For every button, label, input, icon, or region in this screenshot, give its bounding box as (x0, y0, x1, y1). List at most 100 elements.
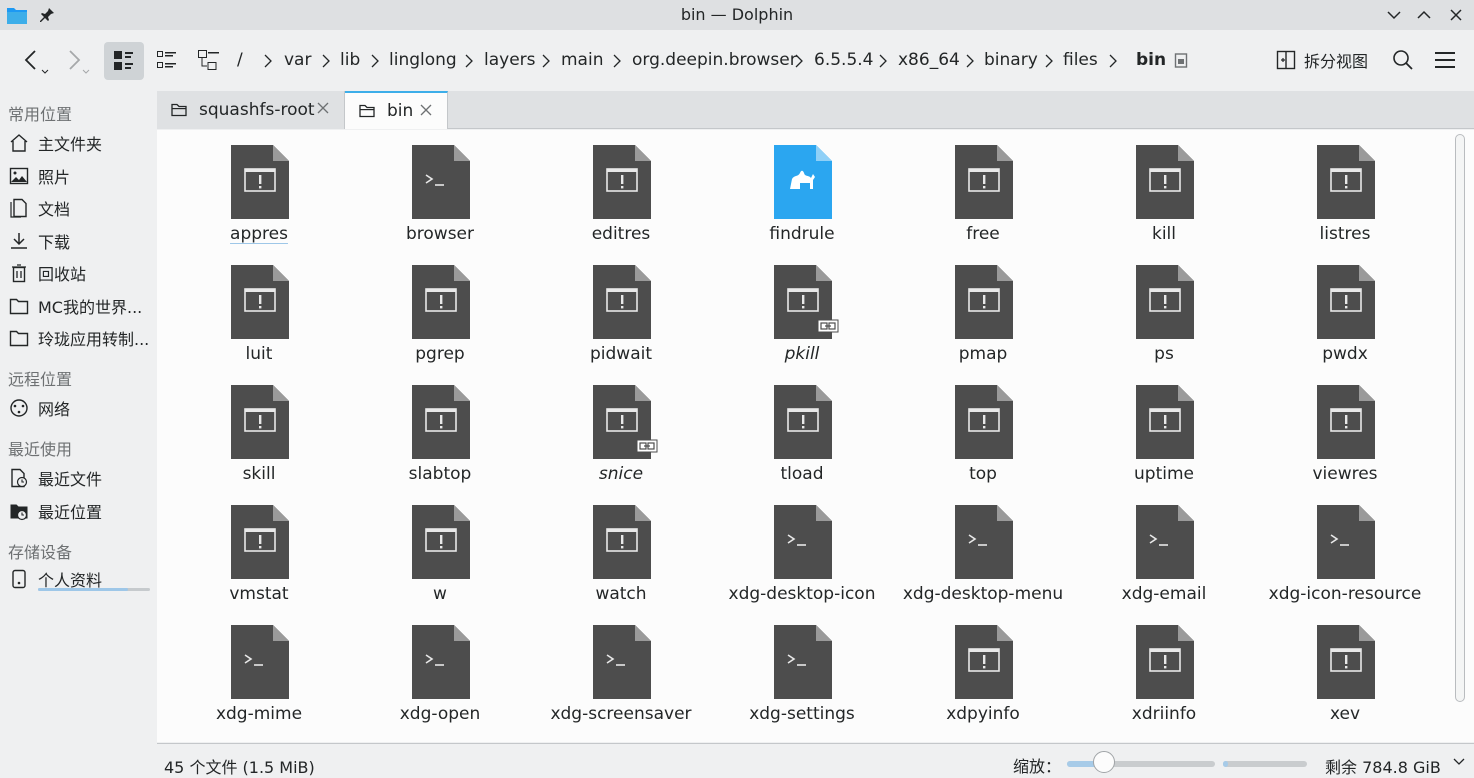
sidebar-item-mc-folder[interactable]: MC我的世界... (0, 291, 155, 321)
file-item-browser[interactable]: browser (355, 130, 525, 250)
file-item-xdg-settings[interactable]: xdg-settings (717, 610, 887, 730)
sidebar-item-network[interactable]: 网络 (0, 393, 155, 423)
file-name: ps (1154, 344, 1174, 364)
breadcrumb-item-files[interactable]: files (1063, 50, 1098, 70)
hamburger-menu-button[interactable] (1430, 40, 1460, 80)
maximize-button[interactable] (1414, 5, 1434, 25)
breadcrumb-item-linglong[interactable]: linglong (389, 50, 457, 70)
file-item-uptime[interactable]: uptime (1079, 370, 1249, 490)
tab-squashfs-root[interactable]: squashfs-root (157, 91, 345, 129)
file-item-pmap[interactable]: pmap (898, 250, 1068, 370)
sidebar-item-home[interactable]: 主文件夹 (0, 128, 155, 158)
file-view[interactable]: appres browser editres findrule free kill list… (157, 130, 1448, 742)
zoom-slider-track[interactable] (1067, 761, 1215, 767)
file-name: pgrep (415, 344, 465, 364)
free-space-label[interactable]: 剩余 784.8 GiB (1325, 754, 1441, 778)
breadcrumb-item-current[interactable]: bin (1136, 50, 1166, 70)
tab-bin[interactable]: bin (345, 91, 448, 129)
details-view-button[interactable] (150, 40, 184, 80)
file-item-pidwait[interactable]: pidwait (536, 250, 706, 370)
file-item-xdg-desktop-icon[interactable]: xdg-desktop-icon (717, 490, 887, 610)
file-item-pkill[interactable]: pkill (717, 250, 887, 370)
chevron-right-icon (879, 54, 887, 68)
file-item-xdriinfo[interactable]: xdriinfo (1079, 610, 1249, 730)
breadcrumb-item-arch[interactable]: x86_64 (898, 50, 960, 70)
icons-view-button[interactable] (104, 42, 144, 80)
file-item-xdg-icon-resource[interactable]: xdg-icon-resource (1260, 490, 1430, 610)
chevron-right-icon (966, 54, 974, 68)
file-item-xdpyinfo[interactable]: xdpyinfo (898, 610, 1068, 730)
sidebar-item-recent-files[interactable]: 最近文件 (0, 463, 155, 493)
minimize-button[interactable] (1384, 5, 1404, 25)
file-item-listres[interactable]: listres (1260, 130, 1430, 250)
tree-view-button[interactable] (192, 40, 226, 80)
chevron-down-icon[interactable] (1453, 756, 1465, 768)
file-name: slabtop (408, 464, 472, 484)
breadcrumb-item-org-deepin-browser[interactable]: org.deepin.browser (632, 50, 797, 70)
sidebar-item-label: 照片 (38, 168, 71, 187)
shell-script-icon (774, 505, 832, 579)
sidebar-item-trash[interactable]: 回收站 (0, 258, 155, 288)
sidebar-item-documents[interactable]: 文档 (0, 193, 155, 223)
perl-script-icon (774, 145, 832, 219)
forward-button[interactable] (58, 40, 94, 80)
sidebar-item-pictures[interactable]: 照片 (0, 161, 155, 191)
file-item-skill[interactable]: skill (174, 370, 344, 490)
shell-script-icon (231, 625, 289, 699)
file-item-vmstat[interactable]: vmstat (174, 490, 344, 610)
file-item-luit[interactable]: luit (174, 250, 344, 370)
sidebar-item-recent-locations[interactable]: 最近位置 (0, 496, 155, 526)
vertical-scrollbar[interactable] (1448, 130, 1474, 742)
file-item-editres[interactable]: editres (536, 130, 706, 250)
close-icon[interactable] (419, 103, 433, 117)
breadcrumb-item-main[interactable]: main (561, 50, 603, 70)
file-item-snice[interactable]: snice (536, 370, 706, 490)
file-item-xdg-open[interactable]: xdg-open (355, 610, 525, 730)
zoom-slider-handle[interactable] (1093, 751, 1115, 773)
breadcrumb-item-version[interactable]: 6.5.5.4 (814, 50, 873, 70)
file-item-xdg-desktop-menu[interactable]: xdg-desktop-menu (898, 490, 1068, 610)
close-icon[interactable] (316, 101, 330, 115)
file-item-ps[interactable]: ps (1079, 250, 1249, 370)
search-button[interactable] (1388, 40, 1418, 80)
close-window-button[interactable] (1446, 5, 1466, 25)
file-item-xdg-email[interactable]: xdg-email (1079, 490, 1249, 610)
file-item-pgrep[interactable]: pgrep (355, 250, 525, 370)
chevron-down-icon (1387, 11, 1401, 20)
sidebar-item-linglong-folder[interactable]: 玲珑应用转制... (0, 323, 155, 353)
split-view-label: 拆分视图 (1304, 52, 1369, 71)
file-name: free (966, 224, 1000, 244)
breadcrumb-item-root[interactable]: / (237, 50, 243, 70)
shell-script-icon (774, 625, 832, 699)
file-item-watch[interactable]: watch (536, 490, 706, 610)
file-item-top[interactable]: top (898, 370, 1068, 490)
file-item-xev[interactable]: xev (1260, 610, 1430, 730)
scrollbar-thumb[interactable] (1455, 134, 1465, 702)
breadcrumb-item-layers[interactable]: layers (484, 50, 536, 70)
breadcrumb-item-lib[interactable]: lib (340, 50, 360, 70)
file-name: editres (591, 224, 651, 244)
file-item-pwdx[interactable]: pwdx (1260, 250, 1430, 370)
breadcrumb-item-binary[interactable]: binary (984, 50, 1038, 70)
file-name: tload (780, 464, 824, 484)
file-item-w[interactable]: w (355, 490, 525, 610)
file-item-kill[interactable]: kill (1079, 130, 1249, 250)
drive-icon (8, 568, 30, 590)
split-view-button[interactable]: 拆分视图 (1276, 48, 1368, 72)
file-item-slabtop[interactable]: slabtop (355, 370, 525, 490)
sidebar-item-label: 最近位置 (38, 503, 103, 522)
back-button[interactable] (16, 40, 52, 80)
file-item-tload[interactable]: tload (717, 370, 887, 490)
file-item-appres[interactable]: appres (174, 130, 344, 250)
file-name: xdg-screensaver (550, 704, 692, 724)
file-item-free[interactable]: free (898, 130, 1068, 250)
file-item-viewres[interactable]: viewres (1260, 370, 1430, 490)
file-item-xdg-screensaver[interactable]: xdg-screensaver (536, 610, 706, 730)
file-item-xdg-mime[interactable]: xdg-mime (174, 610, 344, 730)
file-item-findrule[interactable]: findrule (717, 130, 887, 250)
breadcrumb-item-var[interactable]: var (284, 50, 311, 70)
sidebar-header-remote: 远程位置 (8, 370, 73, 389)
file-name: viewres (1312, 464, 1378, 484)
split-view-icon (1276, 50, 1296, 70)
sidebar-item-downloads[interactable]: 下载 (0, 226, 155, 256)
